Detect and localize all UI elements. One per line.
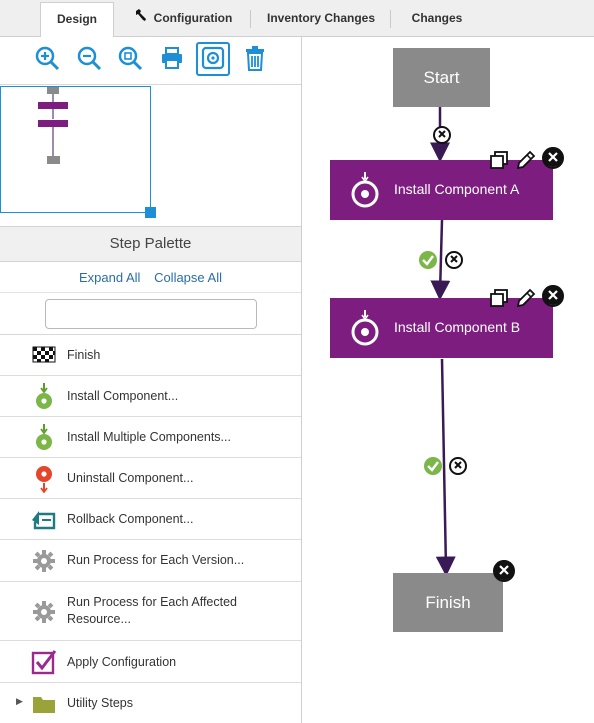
tab-design[interactable]: Design	[40, 2, 114, 38]
palette-item-label: Utility Steps	[67, 696, 133, 710]
print-icon	[159, 45, 185, 74]
expand-caret-icon[interactable]: ▶	[16, 696, 23, 707]
gear-icon	[30, 547, 58, 575]
left-panel: Step Palette Expand All Collapse All Fin…	[0, 37, 302, 723]
palette-item-label: Run Process for Each Version...	[67, 553, 245, 567]
tab-label: Inventory Changes	[266, 11, 376, 25]
delete-step-button[interactable]	[493, 559, 515, 584]
palette-item-install-multiple[interactable]: Install Multiple Components...	[0, 418, 301, 458]
process-canvas[interactable]: Start Install Component A Install Compon…	[302, 37, 594, 723]
rollback-icon	[30, 506, 58, 534]
folder-icon	[30, 690, 58, 718]
fit-view-icon	[201, 46, 225, 73]
close-icon	[493, 559, 515, 584]
palette-item-label: Rollback Component...	[67, 512, 194, 526]
tab-label: Design	[56, 12, 97, 26]
node-label: Start	[423, 67, 460, 87]
edit-pencil-icon[interactable]	[515, 287, 537, 312]
close-icon	[542, 146, 564, 171]
uninstall-component-icon	[30, 465, 58, 493]
trash-icon	[242, 45, 268, 74]
palette-item-rollback-component[interactable]: Rollback Component...	[0, 500, 301, 540]
delete-edge-button[interactable]	[433, 126, 451, 144]
tab-configuration[interactable]: Configuration	[118, 2, 248, 37]
install-step-icon	[349, 172, 381, 211]
delete-edge-button[interactable]	[449, 457, 467, 475]
palette-item-label: Install Component...	[67, 389, 179, 403]
close-icon	[449, 253, 459, 267]
delete-button[interactable]	[239, 43, 271, 75]
palette-item-finish[interactable]: Finish	[0, 336, 301, 376]
palette-item-run-each-resource[interactable]: Run Process for Each Affected Resource..…	[0, 583, 301, 641]
palette-search	[0, 294, 301, 335]
install-multiple-icon	[30, 424, 58, 452]
zoom-reset-icon	[117, 45, 143, 74]
node-start[interactable]: Start	[393, 48, 490, 107]
palette-item-label: Install Multiple Components...	[67, 430, 231, 444]
success-check-icon	[423, 456, 443, 479]
node-finish[interactable]: Finish	[393, 573, 503, 632]
step-palette-title: Step Palette	[0, 226, 301, 262]
palette-item-label: Finish	[67, 348, 101, 362]
checkbox-icon	[30, 648, 58, 676]
tab-inventory-changes[interactable]: Inventory Changes	[255, 2, 387, 37]
zoom-in-icon	[34, 45, 60, 74]
success-check-icon	[418, 250, 438, 273]
palette-item-uninstall-component[interactable]: Uninstall Component...	[0, 459, 301, 499]
palette-item-label: Run Process for Each Affected Resource..…	[67, 595, 238, 626]
palette-item-label: Uninstall Component...	[67, 471, 194, 485]
delete-step-button[interactable]	[542, 284, 564, 309]
fit-view-button[interactable]	[196, 42, 230, 76]
close-icon	[542, 284, 564, 309]
minimap-preview	[38, 87, 68, 164]
expand-all-link[interactable]: Expand All	[79, 270, 140, 285]
zoom-out-icon	[76, 45, 102, 74]
tab-bar: Design Configuration Inventory Changes C…	[0, 0, 594, 38]
copy-icon[interactable]	[489, 150, 509, 173]
palette-search-input[interactable]	[45, 299, 257, 329]
print-button[interactable]	[156, 43, 188, 75]
edge-a-to-b[interactable]	[430, 219, 451, 301]
copy-icon[interactable]	[489, 288, 509, 311]
close-icon	[437, 128, 447, 142]
zoom-out-button[interactable]	[73, 43, 105, 75]
checkered-flag-icon	[30, 342, 58, 370]
tab-separator	[390, 10, 391, 28]
edit-pencil-icon[interactable]	[515, 149, 537, 174]
tab-label: Changes	[411, 11, 463, 25]
tab-label: Configuration	[153, 11, 233, 25]
install-component-icon	[30, 383, 58, 411]
design-toolbar	[0, 37, 301, 85]
minimap-resize-handle[interactable]	[145, 207, 156, 218]
expand-collapse-row: Expand All Collapse All	[0, 263, 301, 293]
tab-separator	[250, 10, 251, 28]
close-icon	[453, 459, 463, 473]
minimap[interactable]	[0, 86, 156, 218]
palette-item-run-each-version[interactable]: Run Process for Each Version...	[0, 541, 301, 582]
palette-item-utility-steps[interactable]: ▶ Utility Steps	[0, 684, 301, 723]
delete-step-button[interactable]	[542, 146, 564, 171]
zoom-in-button[interactable]	[31, 43, 63, 75]
wrench-icon	[134, 2, 148, 35]
palette-item-install-component[interactable]: Install Component...	[0, 377, 301, 417]
delete-edge-button[interactable]	[445, 251, 463, 269]
tab-changes[interactable]: Changes	[394, 2, 480, 37]
node-label: Finish	[425, 592, 471, 612]
gear-icon	[30, 598, 58, 626]
palette-item-apply-configuration[interactable]: Apply Configuration	[0, 642, 301, 683]
install-step-icon	[349, 310, 381, 349]
collapse-all-link[interactable]: Collapse All	[154, 270, 222, 285]
palette-item-label: Apply Configuration	[67, 655, 177, 669]
zoom-reset-button[interactable]	[114, 43, 146, 75]
